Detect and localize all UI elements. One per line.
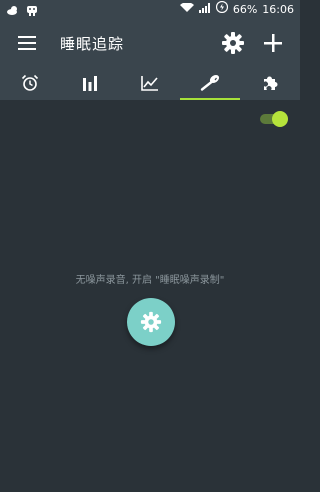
addons-icon <box>264 76 278 90</box>
tab-alarm[interactable] <box>0 66 60 100</box>
noise-settings-fab[interactable] <box>127 298 175 346</box>
signal-icon <box>198 0 211 20</box>
tab-trends[interactable] <box>120 66 180 100</box>
gear-icon <box>140 311 162 333</box>
toggle-thumb <box>272 111 288 127</box>
tab-addons[interactable] <box>240 66 300 100</box>
noise-content-area: 无噪声录音, 开启 "睡眠噪声录制" <box>0 100 300 492</box>
noise-record-icon <box>200 74 220 91</box>
notification-icon <box>26 1 38 20</box>
add-button[interactable] <box>258 28 288 58</box>
bar-chart-icon <box>83 76 97 91</box>
alarm-icon <box>21 74 39 91</box>
empty-state-message: 无噪声录音, 开启 "睡眠噪声录制" <box>75 275 225 286</box>
noise-recording-toggle[interactable] <box>260 111 288 127</box>
plus-icon <box>264 34 282 52</box>
battery-icon <box>215 0 228 20</box>
gear-icon <box>222 32 244 54</box>
tab-noise[interactable] <box>180 66 240 100</box>
wifi-icon <box>179 0 194 20</box>
menu-button[interactable] <box>12 28 42 58</box>
tab-bar <box>0 66 300 100</box>
weather-icon <box>6 1 20 20</box>
settings-button[interactable] <box>218 28 248 58</box>
hamburger-icon <box>18 36 36 50</box>
status-bar: 66% 16:06 <box>0 0 300 20</box>
clock: 16:06 <box>262 3 294 16</box>
toolbar: 睡眠追踪 <box>0 20 300 66</box>
page-title: 睡眠追踪 <box>60 34 125 53</box>
tab-statistics[interactable] <box>60 66 120 100</box>
trend-chart-icon <box>141 76 158 91</box>
battery-percent: 66% <box>232 3 258 16</box>
